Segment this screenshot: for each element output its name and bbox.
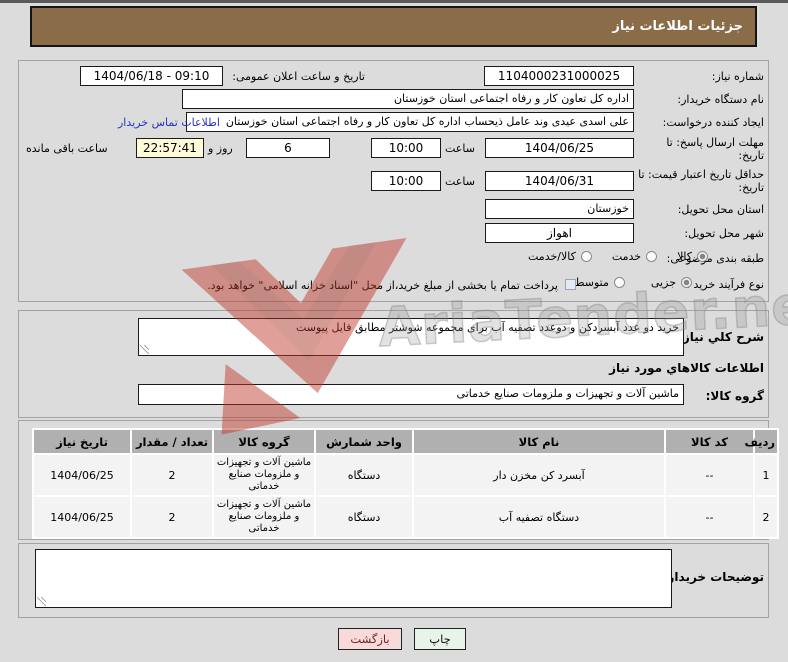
header-bar: جزئیات اطلاعات نیاز — [30, 6, 757, 47]
col-goods-code: کد کالا — [666, 430, 753, 453]
time-remaining-field[interactable]: 22:57:41 — [136, 138, 204, 158]
radio-option-goods-service[interactable]: کالا/خدمت — [528, 250, 592, 263]
cell-need-date: 1404/06/25 — [34, 455, 130, 495]
col-quantity: تعداد / مقدار — [132, 430, 212, 453]
goods-group-label: گروه کالا: — [705, 389, 764, 403]
cell-goods-code: -- — [666, 455, 753, 495]
request-creator-field[interactable]: علی اسدی عیدی وند عامل ذیحساب اداره کل ت… — [186, 112, 634, 132]
goods-table: ردیف کد کالا نام کالا واحد شمارش گروه کا… — [32, 428, 779, 539]
top-edge-divider — [0, 0, 788, 3]
deadline-date-field[interactable]: 1404/06/25 — [485, 138, 634, 158]
treasury-note: پرداخت تمام یا بخشی از مبلغ خرید،از محل … — [207, 279, 558, 292]
col-row-number: ردیف — [744, 430, 777, 453]
announce-datetime-label: تاریخ و ساعت اعلان عمومی: — [232, 70, 365, 83]
process-type-label: نوع فرآیند خرید : — [686, 278, 764, 291]
hours-remaining-label: ساعت باقی مانده — [26, 142, 108, 155]
days-remaining-field[interactable]: 6 — [246, 138, 330, 158]
price-validity-label: حداقل تاریخ اعتبار قیمت: تا تاریخ: — [638, 168, 764, 194]
radio-option-service[interactable]: خدمت — [611, 250, 658, 263]
cell-goods-code: -- — [666, 497, 753, 537]
cell-quantity: 2 — [132, 455, 212, 495]
radio-goods-service-icon[interactable] — [580, 251, 592, 262]
cell-goods-name: آبسرد کن مخزن دار — [414, 455, 664, 495]
deadline-hour-label: ساعت — [445, 142, 475, 155]
radio-option-medium[interactable]: متوسط — [574, 276, 625, 289]
col-count-unit: واحد شمارش — [316, 430, 412, 453]
buyer-notes-label: توضیحات خریدار: — [662, 570, 764, 584]
buyer-org-label: نام دستگاه خریدار: — [677, 93, 764, 106]
col-need-date: تاریخ نیاز — [34, 430, 130, 453]
treasury-checkbox[interactable] — [565, 279, 576, 290]
cell-need-date: 1404/06/25 — [34, 497, 130, 537]
general-description-label: شرح کلي نیاز: — [678, 330, 764, 344]
radio-medium-icon[interactable] — [613, 277, 625, 288]
request-creator-label: ایجاد کننده درخواست: — [662, 116, 764, 129]
need-number-field[interactable]: 1104000231000025 — [484, 66, 634, 86]
page-title: جزئیات اطلاعات نیاز — [612, 19, 743, 34]
goods-group-field[interactable]: ماشین آلات و تجهیزات و ملزومات صنایع خدم… — [138, 384, 684, 405]
delivery-city-label: شهر محل تحویل: — [684, 227, 764, 240]
validity-time-field[interactable]: 10:00 — [371, 171, 441, 191]
cell-goods-name: دستگاه تصفیه آب — [414, 497, 664, 537]
print-button[interactable]: چاپ — [414, 628, 466, 650]
table-row: 2 -- دستگاه تصفیه آب دستگاه ماشین آلات و… — [34, 497, 777, 537]
table-row: 1 -- آبسرد کن مخزن دار دستگاه ماشین آلات… — [34, 455, 777, 495]
need-details-page: جزئیات اطلاعات نیاز شماره نیاز: 11040002… — [0, 0, 788, 662]
cell-row-number: 2 — [755, 497, 777, 537]
buyer-notes-textarea[interactable] — [35, 549, 672, 608]
general-description-textarea[interactable]: خرید دو عدد آبسردکن و دوعدد تصفیه آب برا… — [138, 318, 684, 356]
buyer-contact-link[interactable]: اطلاعات تماس خریدار — [118, 116, 220, 129]
deadline-time-field[interactable]: 10:00 — [371, 138, 441, 158]
col-goods-name: نام کالا — [414, 430, 664, 453]
need-number-label: شماره نیاز: — [711, 70, 764, 83]
radio-minor-label: جزیی — [650, 276, 676, 289]
radio-goods-icon[interactable] — [697, 251, 708, 262]
cell-quantity: 2 — [132, 497, 212, 537]
delivery-city-field[interactable]: اهواز — [485, 223, 634, 243]
delivery-province-field[interactable]: خوزستان — [485, 199, 634, 219]
radio-goods-label: کالا — [677, 250, 692, 263]
required-goods-header: اطلاعات کالاهاي مورد نیاز — [609, 361, 764, 375]
days-and-label: روز و — [208, 142, 233, 155]
radio-goods-service-label: کالا/خدمت — [528, 250, 576, 263]
table-header-row: ردیف کد کالا نام کالا واحد شمارش گروه کا… — [34, 430, 777, 453]
process-type-group: جزیی متوسط — [574, 276, 692, 289]
validity-date-field[interactable]: 1404/06/31 — [485, 171, 634, 191]
delivery-province-label: استان محل تحویل: — [677, 203, 764, 216]
cell-count-unit: دستگاه — [316, 455, 412, 495]
cell-goods-group: ماشین آلات و تجهیزات و ملزومات صنایع خدم… — [214, 455, 314, 495]
announce-datetime-field[interactable]: 1404/06/18 - 09:10 — [80, 66, 223, 86]
cell-row-number: 1 — [755, 455, 777, 495]
radio-medium-label: متوسط — [574, 276, 609, 289]
cell-goods-group: ماشین آلات و تجهیزات و ملزومات صنایع خدم… — [214, 497, 314, 537]
buyer-org-field[interactable]: اداره کل تعاون کار و رفاه اجتماعی استان … — [182, 89, 634, 109]
radio-option-goods[interactable]: کالا — [677, 250, 708, 263]
col-goods-group: گروه کالا — [214, 430, 314, 453]
validity-hour-label: ساعت — [445, 175, 475, 188]
cell-count-unit: دستگاه — [316, 497, 412, 537]
response-deadline-label: مهلت ارسال پاسخ: تا تاریخ: — [666, 136, 764, 162]
radio-minor-icon[interactable] — [681, 277, 692, 288]
radio-option-minor[interactable]: جزیی — [651, 276, 692, 289]
subject-classification-group: کالا خدمت کالا/خدمت — [528, 250, 708, 263]
back-button[interactable]: بازگشت — [338, 628, 402, 650]
radio-service-label: خدمت — [611, 250, 642, 263]
radio-service-icon[interactable] — [646, 251, 658, 262]
